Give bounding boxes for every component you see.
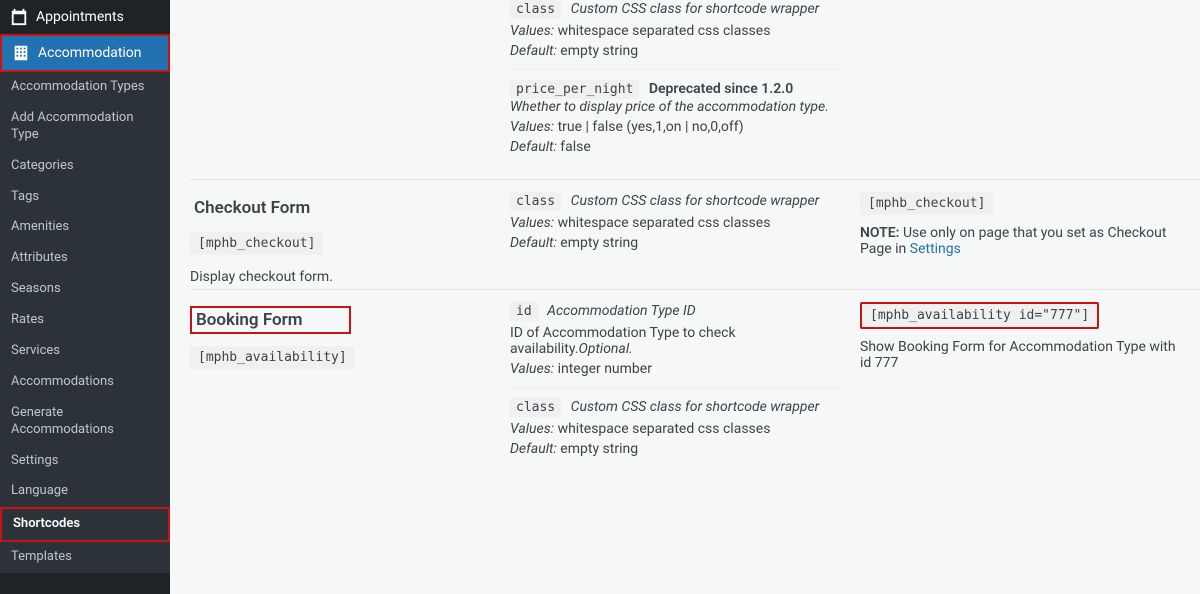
deprecated-label: Deprecated since 1.2.0 — [649, 81, 793, 97]
param-desc: Whether to display price of the accommod… — [510, 99, 829, 115]
default-label: Default: — [510, 43, 557, 59]
default-label: Default: — [510, 441, 557, 457]
values-text: integer number — [558, 361, 652, 377]
sidebar-submenu: Accommodation Types Add Accommodation Ty… — [0, 72, 170, 573]
default-text: false — [560, 139, 591, 155]
param-sub-desc: ID of Accommodation Type to check availa… — [510, 325, 840, 357]
sidebar-item-templates[interactable]: Templates — [0, 542, 170, 573]
sidebar-item-accommodations[interactable]: Accommodations — [0, 367, 170, 398]
note-label: NOTE: — [860, 225, 899, 241]
sidebar-item-amenities[interactable]: Amenities — [0, 212, 170, 243]
sidebar-item-accommodation[interactable]: Accommodation — [2, 36, 168, 70]
values-label: Values: — [510, 421, 554, 437]
sidebar-item-accommodation-types[interactable]: Accommodation Types — [0, 72, 170, 103]
param-class: class Custom CSS class for shortcode wra… — [510, 0, 840, 70]
values-label: Values: — [510, 23, 554, 39]
building-icon — [12, 44, 30, 62]
settings-link[interactable]: Settings — [910, 241, 961, 257]
values-text: whitespace separated css classes — [558, 23, 771, 39]
param-price-per-night: price_per_night Deprecated since 1.2.0 W… — [510, 80, 840, 165]
main-content: class Custom CSS class for shortcode wra… — [170, 0, 1200, 594]
sidebar-item-tags[interactable]: Tags — [0, 182, 170, 213]
checkout-note: NOTE: Use only on page that you set as C… — [860, 225, 1180, 257]
sidebar-item-language[interactable]: Language — [0, 476, 170, 507]
param-name-class: class — [510, 398, 561, 417]
booking-shortcode-tag: [mphb_availability] — [190, 346, 355, 369]
sidebar-item-settings[interactable]: Settings — [0, 446, 170, 477]
values-text: whitespace separated css classes — [558, 215, 771, 231]
checkout-shortcode-tag: [mphb_checkout] — [190, 232, 323, 255]
param-name-class: class — [510, 192, 561, 211]
checkout-desc: Display checkout form. — [190, 269, 490, 285]
booking-example-desc: Show Booking Form for Accommodation Type… — [860, 339, 1180, 371]
values-label: Values: — [510, 119, 554, 135]
checkout-form-title: Checkout Form — [190, 196, 314, 220]
values-text: whitespace separated css classes — [558, 421, 771, 437]
sidebar-top-label: Appointments — [36, 9, 124, 25]
param-name-id: id — [510, 302, 538, 321]
sidebar-item-generate-accommodations[interactable]: Generate Accommodations — [0, 398, 170, 446]
sidebar-item-categories[interactable]: Categories — [0, 151, 170, 182]
param-desc: Custom CSS class for shortcode wrapper — [571, 399, 820, 415]
default-text: empty string — [560, 235, 638, 251]
booking-form-title: Booking Form — [190, 306, 351, 334]
sidebar-item-seasons[interactable]: Seasons — [0, 274, 170, 305]
sidebar-item-attributes[interactable]: Attributes — [0, 243, 170, 274]
calendar-icon — [10, 8, 28, 26]
sidebar-item-services[interactable]: Services — [0, 336, 170, 367]
values-label: Values: — [510, 215, 554, 231]
sidebar-item-rates[interactable]: Rates — [0, 305, 170, 336]
checkout-example-code: [mphb_checkout] — [860, 192, 993, 215]
default-label: Default: — [510, 139, 557, 155]
default-text: empty string — [560, 43, 638, 59]
default-text: empty string — [560, 441, 638, 457]
param-class: class Custom CSS class for shortcode wra… — [510, 192, 840, 261]
default-label: Default: — [510, 235, 557, 251]
param-desc: Custom CSS class for shortcode wrapper — [571, 1, 820, 17]
booking-example-code: [mphb_availability id="777"] — [860, 302, 1099, 329]
sidebar-item-add-accommodation-type[interactable]: Add Accommodation Type — [0, 103, 170, 151]
values-text: true | false (yes,1,on | no,0,off) — [558, 119, 744, 135]
sidebar-item-shortcodes[interactable]: Shortcodes — [2, 509, 168, 540]
sidebar-main-label: Accommodation — [38, 45, 142, 61]
note-text: Use only on page that you set as Checkou… — [860, 225, 1166, 257]
param-name-price: price_per_night — [510, 80, 639, 99]
param-desc: Accommodation Type ID — [547, 303, 696, 319]
param-name-class: class — [510, 0, 561, 19]
admin-sidebar: Appointments Accommodation Accommodation… — [0, 0, 170, 594]
param-desc: Custom CSS class for shortcode wrapper — [571, 193, 820, 209]
param-id: id Accommodation Type ID ID of Accommoda… — [510, 302, 840, 388]
sidebar-item-appointments[interactable]: Appointments — [0, 0, 170, 34]
param-class: class Custom CSS class for shortcode wra… — [510, 398, 840, 467]
values-label: Values: — [510, 361, 554, 377]
